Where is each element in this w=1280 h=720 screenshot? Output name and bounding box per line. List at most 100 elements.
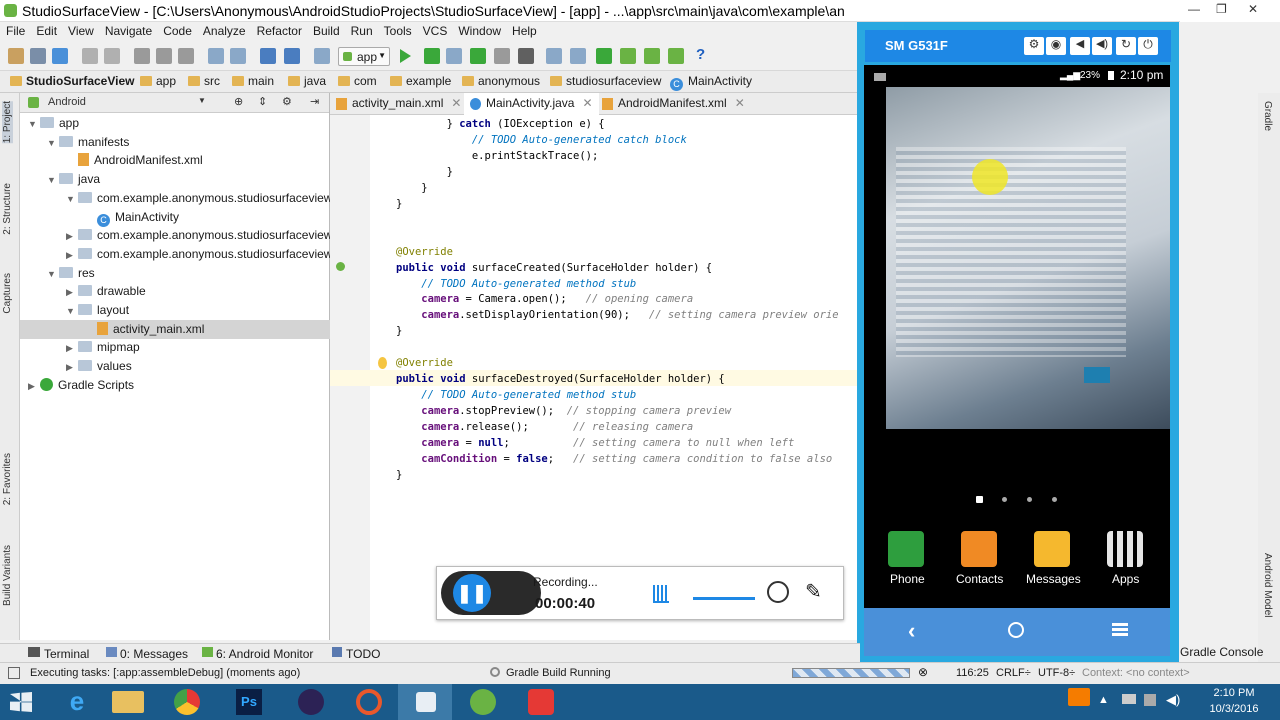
breadcrumb-package[interactable]: studiosurfaceview [550, 74, 661, 88]
tree-node[interactable]: ▼ manifests [20, 133, 330, 152]
volume-down-icon[interactable]: ◀ [1070, 37, 1090, 55]
tab-structure[interactable]: 2: Structure [2, 183, 13, 235]
copy-icon[interactable] [156, 48, 172, 64]
cut-icon[interactable] [134, 48, 150, 64]
menu-run[interactable]: Run [345, 22, 378, 38]
show-hidden-icons-icon[interactable]: ▲ [1098, 694, 1109, 706]
save-icon[interactable] [30, 48, 46, 64]
menu-analyze[interactable]: Analyze [197, 22, 251, 38]
close-icon[interactable]: ✕ [1248, 2, 1258, 16]
video-app-icon[interactable] [528, 689, 554, 715]
home-icon[interactable] [1008, 622, 1024, 638]
menu-vcs[interactable]: VCS [417, 22, 453, 38]
tree-node[interactable]: ▼ layout [20, 301, 330, 320]
pause-button[interactable]: ❚❚ [453, 574, 491, 612]
chevron-right-icon[interactable]: ▶ [66, 358, 78, 377]
chevron-right-icon[interactable]: ▶ [66, 227, 78, 246]
breadcrumb-app[interactable]: app [140, 74, 176, 88]
settings-icon[interactable]: ⚙ [1024, 37, 1044, 55]
tree-node[interactable]: ▶ values [20, 357, 330, 376]
volume-icon[interactable]: ◀) [1166, 692, 1180, 708]
tab-gradle[interactable]: Gradle [1262, 101, 1273, 131]
project-view-select[interactable]: Android [48, 96, 86, 108]
rerun-icon[interactable] [494, 48, 510, 64]
breadcrumb-src[interactable]: src [188, 74, 220, 88]
tab-favorites[interactable]: 2: Favorites [2, 453, 13, 505]
tree-node[interactable]: C MainActivity [20, 208, 330, 227]
webcam-icon[interactable] [767, 581, 789, 603]
override-marker-icon[interactable] [336, 262, 345, 271]
chevron-down-icon[interactable]: ▼ [66, 190, 78, 209]
tool-windows-icon[interactable] [8, 667, 20, 679]
gradle-status[interactable]: Gradle Build Running [506, 667, 611, 679]
breadcrumb-com[interactable]: com [338, 74, 377, 88]
eclipse-icon[interactable] [298, 689, 324, 715]
undo-icon[interactable] [82, 48, 98, 64]
network-icon[interactable] [1122, 694, 1136, 704]
tree-node[interactable]: ▶ Gradle Scripts [20, 376, 330, 395]
tab-activity-main-xml[interactable]: activity_main.xml ✕ [330, 93, 467, 115]
tab-messages[interactable]: 0: Messages [120, 647, 188, 661]
open-icon[interactable] [8, 48, 24, 64]
chevron-down-icon[interactable]: ▼ [66, 302, 78, 321]
tree-node[interactable]: AndroidManifest.xml [20, 151, 330, 170]
chevron-right-icon[interactable]: ▶ [66, 246, 78, 265]
contacts-app-icon[interactable] [961, 531, 997, 567]
rotate-icon[interactable]: ↻ [1116, 37, 1136, 55]
menu-file[interactable]: File [0, 22, 30, 38]
tab-android-monitor[interactable]: 6: Android Monitor [216, 647, 313, 661]
internet-explorer-icon[interactable]: e [52, 686, 102, 718]
minimize-icon[interactable]: — [1188, 2, 1200, 16]
back-icon[interactable]: ‹ [908, 618, 915, 644]
structure-icon[interactable] [546, 48, 562, 64]
close-icon[interactable]: ✕ [451, 96, 461, 110]
tab-todo[interactable]: TODO [346, 647, 380, 661]
camera-icon[interactable]: ◉ [1046, 37, 1066, 55]
taskbar-time[interactable]: 2:10 PM [1206, 687, 1262, 699]
menu-edit[interactable]: Edit [30, 22, 62, 38]
pen-icon[interactable]: ✎ [805, 579, 822, 604]
flag-icon[interactable] [1144, 694, 1156, 706]
menu-icon[interactable] [1112, 623, 1128, 636]
chevron-right-icon[interactable]: ▶ [66, 283, 78, 302]
attach-debugger-icon[interactable] [446, 48, 462, 64]
gear-icon[interactable]: ⚙ [282, 95, 292, 108]
tree-node[interactable]: ▶ com.example.anonymous.studiosurfaceview… [20, 245, 344, 265]
tab-main-activity[interactable]: MainActivity.java ✕ [464, 93, 599, 115]
back-icon[interactable] [260, 48, 276, 64]
debug-icon[interactable] [424, 48, 440, 64]
screen-recorder-app-icon[interactable] [356, 689, 382, 715]
run-icon[interactable] [400, 49, 411, 63]
chrome-icon[interactable] [174, 689, 200, 715]
stop-icon[interactable] [518, 48, 534, 64]
collapse-all-icon[interactable]: ⇕ [258, 95, 267, 108]
file-explorer-icon[interactable] [112, 691, 144, 713]
forward-icon[interactable] [284, 48, 300, 64]
menu-help[interactable]: Help [506, 22, 542, 38]
make-project-icon[interactable] [314, 48, 330, 64]
tree-node[interactable]: activity_main.xml [20, 319, 330, 339]
chevron-right-icon[interactable]: ▶ [28, 377, 40, 396]
close-icon[interactable]: ✕ [735, 96, 745, 110]
chevron-down-icon[interactable]: ▼ [47, 265, 59, 284]
menu-build[interactable]: Build [307, 22, 345, 38]
menu-window[interactable]: Window [452, 22, 506, 38]
phone-app-icon[interactable] [888, 531, 924, 567]
settings-icon[interactable] [570, 48, 586, 64]
photoshop-icon[interactable]: Ps [236, 689, 262, 715]
line-separator[interactable]: CRLF÷ [996, 667, 1031, 679]
breadcrumb-class[interactable]: C MainActivity [670, 74, 752, 91]
tree-node[interactable]: ▼ app [20, 114, 330, 133]
tab-project[interactable]: 1: Project [2, 101, 13, 144]
menu-navigate[interactable]: Navigate [99, 22, 157, 38]
tab-gradle-console[interactable]: Gradle Console [1180, 645, 1263, 659]
tab-build-variants[interactable]: Build Variants [2, 545, 13, 606]
android-studio-taskbar-icon[interactable] [470, 689, 496, 715]
tab-terminal[interactable]: Terminal [44, 647, 89, 661]
breadcrumb-anonymous[interactable]: anonymous [462, 74, 540, 88]
breadcrumb-main[interactable]: main [232, 74, 274, 88]
caret-position[interactable]: 116:25 [956, 667, 989, 679]
tree-node[interactable]: ▼ res [20, 264, 330, 283]
breadcrumb-java[interactable]: java [288, 74, 326, 88]
breadcrumb-project[interactable]: StudioSurfaceView [10, 74, 134, 88]
